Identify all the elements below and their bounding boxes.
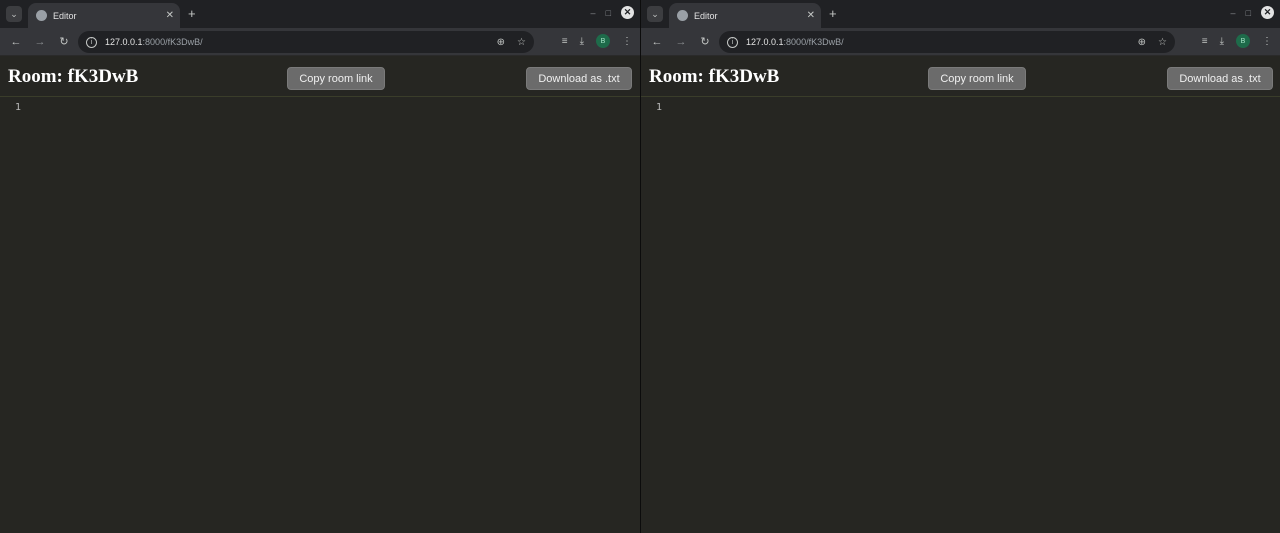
navigation-bar: ← → ↻ i 127.0.0.1:8000/fK3DwB/ ⊕ ☆ ≡ ⤓ B…: [0, 28, 640, 56]
maximize-button[interactable]: □: [1246, 8, 1251, 18]
url-text[interactable]: 127.0.0.1:8000/fK3DwB/: [105, 37, 485, 47]
new-tab-button[interactable]: +: [829, 6, 837, 21]
minimize-button[interactable]: –: [591, 8, 596, 18]
code-editor[interactable]: 1: [641, 98, 1280, 533]
avatar[interactable]: B: [596, 34, 610, 48]
code-editor[interactable]: 1: [0, 98, 640, 533]
close-icon[interactable]: ✕: [807, 10, 815, 21]
kebab-menu-icon[interactable]: ⋮: [622, 36, 632, 47]
browser-window-right: ⌄ Editor ✕ + – □ ✕ ← → ↻ i 127.0.0.1:800…: [640, 0, 1280, 533]
browser-window-left: ⌄ Editor ✕ + – □ ✕ ← → ↻ i 127.0.0.1:800…: [0, 0, 640, 533]
reload-icon[interactable]: ↻: [54, 35, 74, 48]
page-title: Room: fK3DwB: [649, 66, 780, 87]
maximize-button[interactable]: □: [606, 8, 611, 18]
download-icon[interactable]: ⤓: [1220, 36, 1224, 47]
info-icon[interactable]: i: [727, 36, 738, 48]
download-txt-button[interactable]: Download as .txt: [526, 67, 632, 90]
zoom-icon[interactable]: ⊕: [1138, 37, 1146, 48]
line-number: 1: [656, 102, 663, 113]
window-close-button[interactable]: ✕: [1261, 6, 1274, 19]
tab-title: Editor: [694, 10, 718, 21]
tab-strip: ⌄ Editor ✕ + – □ ✕: [0, 0, 640, 28]
address-bar[interactable]: i 127.0.0.1:8000/fK3DwB/ ⊕ ☆: [719, 31, 1175, 53]
chevron-down-icon[interactable]: ⌄: [6, 6, 22, 22]
desktop: ⌄ Editor ✕ + – □ ✕ ← → ↻ i 127.0.0.1:800…: [0, 0, 1280, 533]
address-bar[interactable]: i 127.0.0.1:8000/fK3DwB/ ⊕ ☆: [78, 31, 534, 53]
media-control-icon[interactable]: ≡: [1202, 36, 1208, 47]
url-path: :8000/fK3DwB/: [142, 37, 203, 47]
tab-strip: ⌄ Editor ✕ + – □ ✕: [641, 0, 1280, 28]
star-icon[interactable]: ☆: [517, 37, 526, 48]
avatar[interactable]: B: [1236, 34, 1250, 48]
window-close-button[interactable]: ✕: [621, 6, 634, 19]
url-text[interactable]: 127.0.0.1:8000/fK3DwB/: [746, 37, 1126, 47]
media-control-icon[interactable]: ≡: [562, 36, 568, 47]
globe-icon: [36, 10, 47, 21]
url-path: :8000/fK3DwB/: [783, 37, 844, 47]
page-content: Room: fK3DwB Copy room link Download as …: [0, 57, 640, 533]
reload-icon[interactable]: ↻: [695, 35, 715, 48]
tab-editor[interactable]: Editor ✕: [669, 3, 821, 28]
back-arrow-icon[interactable]: ←: [6, 36, 26, 48]
globe-icon: [677, 10, 688, 21]
window-controls: – □ ✕: [591, 6, 634, 19]
url-host: 127.0.0.1: [746, 37, 784, 47]
chevron-down-icon[interactable]: ⌄: [647, 6, 663, 22]
kebab-menu-icon[interactable]: ⋮: [1262, 36, 1272, 47]
minimize-button[interactable]: –: [1231, 8, 1236, 18]
forward-arrow-icon[interactable]: →: [671, 36, 691, 48]
page-header: Room: fK3DwB Copy room link Download as …: [641, 57, 1280, 97]
zoom-icon[interactable]: ⊕: [497, 37, 505, 48]
navigation-bar: ← → ↻ i 127.0.0.1:8000/fK3DwB/ ⊕ ☆ ≡ ⤓ B…: [641, 28, 1280, 56]
download-icon[interactable]: ⤓: [580, 36, 584, 47]
copy-room-link-button[interactable]: Copy room link: [928, 67, 1026, 90]
window-controls: – □ ✕: [1231, 6, 1274, 19]
page-content: Room: fK3DwB Copy room link Download as …: [641, 57, 1280, 533]
page-title: Room: fK3DwB: [8, 66, 139, 87]
url-host: 127.0.0.1: [105, 37, 143, 47]
star-icon[interactable]: ☆: [1158, 37, 1167, 48]
forward-arrow-icon[interactable]: →: [30, 36, 50, 48]
line-number: 1: [15, 102, 22, 113]
tab-title: Editor: [53, 10, 77, 21]
page-header: Room: fK3DwB Copy room link Download as …: [0, 57, 640, 97]
toolbar-actions: ≡ ⤓ B ⋮: [1202, 34, 1272, 48]
copy-room-link-button[interactable]: Copy room link: [287, 67, 385, 90]
tab-editor[interactable]: Editor ✕: [28, 3, 180, 28]
close-icon[interactable]: ✕: [166, 10, 174, 21]
back-arrow-icon[interactable]: ←: [647, 36, 667, 48]
download-txt-button[interactable]: Download as .txt: [1167, 67, 1273, 90]
info-icon[interactable]: i: [86, 36, 97, 48]
toolbar-actions: ≡ ⤓ B ⋮: [562, 34, 632, 48]
new-tab-button[interactable]: +: [188, 6, 196, 21]
